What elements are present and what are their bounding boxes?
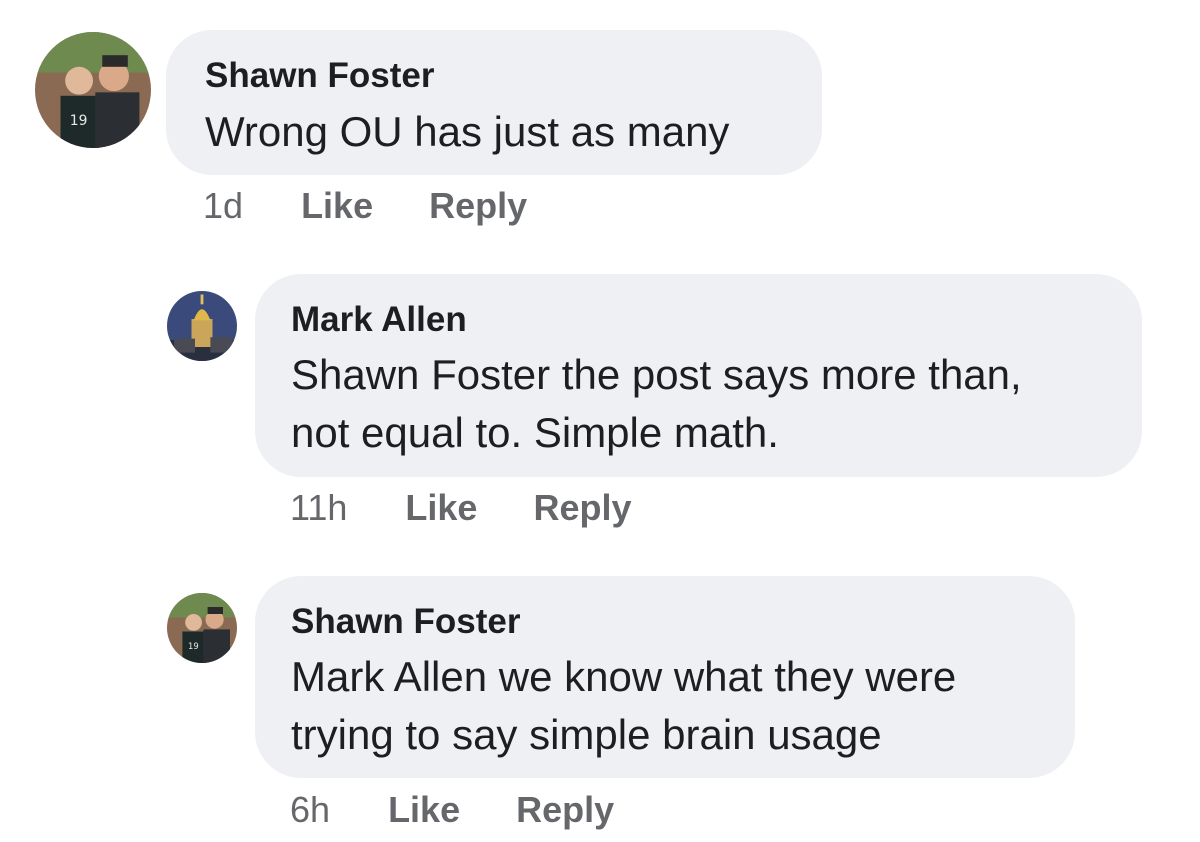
comment-author[interactable]: Shawn Foster [291, 604, 520, 639]
comment-text: Shawn Foster the post says more than, [291, 351, 1022, 398]
profile-photo-icon: 19 [167, 593, 237, 663]
comment-timestamp[interactable]: 11h [290, 487, 347, 528]
comment-text: Wrong OU has just as many [205, 108, 730, 155]
profile-photo-icon: 19 [35, 32, 151, 148]
reply-button[interactable]: Reply [429, 185, 527, 226]
comment-timestamp[interactable]: 6h [290, 789, 330, 830]
like-button[interactable]: Like [405, 487, 477, 528]
reply-button[interactable]: Reply [533, 487, 631, 528]
comment-author[interactable]: Mark Allen [291, 302, 467, 337]
comment-timestamp[interactable]: 1d [203, 185, 243, 226]
avatar[interactable]: 19 [35, 32, 151, 148]
like-button[interactable]: Like [388, 789, 460, 830]
comment-actions: 11h Like Reply [290, 490, 632, 526]
comment-author[interactable]: Shawn Foster [205, 58, 434, 93]
profile-photo-icon [167, 291, 237, 361]
svg-text:19: 19 [70, 113, 88, 129]
avatar[interactable]: 19 [167, 593, 237, 663]
comment-actions: 1d Like Reply [203, 188, 527, 224]
comment-actions: 6h Like Reply [290, 792, 614, 828]
avatar[interactable] [167, 291, 237, 361]
comment-text: not equal to. Simple math. [291, 409, 779, 456]
svg-text:19: 19 [188, 641, 199, 651]
comment-text: Mark Allen we know what they were [291, 653, 957, 700]
comment-text: trying to say simple brain usage [291, 711, 882, 758]
reply-button[interactable]: Reply [516, 789, 614, 830]
like-button[interactable]: Like [301, 185, 373, 226]
